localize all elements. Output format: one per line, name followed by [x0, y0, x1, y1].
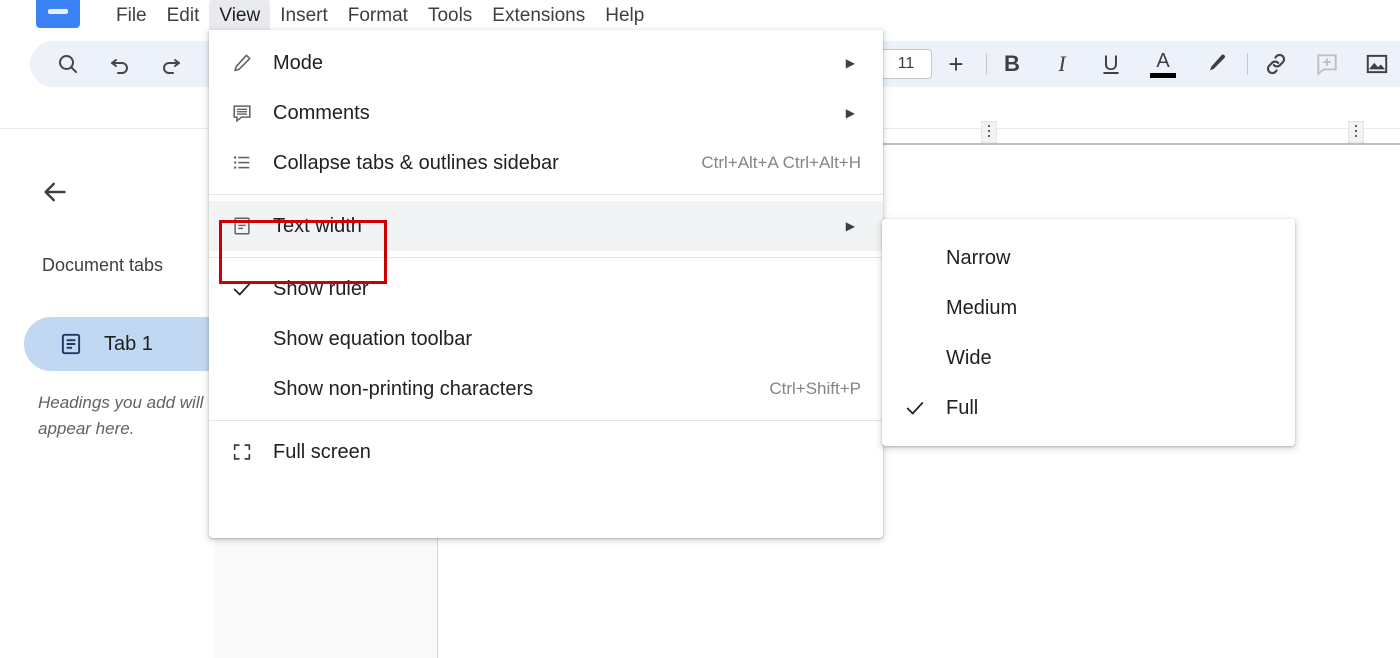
menu-separator: [209, 420, 883, 421]
menu-item-label: Show non-printing characters: [273, 378, 533, 401]
highlighter-icon[interactable]: [1196, 41, 1236, 87]
menu-view[interactable]: View: [209, 0, 270, 32]
back-arrow-icon[interactable]: [38, 175, 72, 209]
menu-item-label: Comments: [273, 102, 370, 125]
menu-separator: [209, 194, 883, 195]
font-size-input[interactable]: 11: [880, 49, 932, 79]
menu-bar: File Edit View Insert Format Tools Exten…: [0, 0, 1400, 32]
sidebar-item-label: Tab 1: [104, 333, 153, 356]
chevron-right-icon: ▶: [846, 57, 855, 69]
app-root: 11 + B I U A: [0, 0, 1400, 658]
submenu-item-wide[interactable]: Wide: [882, 333, 1295, 383]
submenu-item-label: Wide: [946, 347, 992, 370]
sidebar-outline-hint: Headings you add will appear here.: [38, 390, 238, 442]
menu-item-full-screen[interactable]: Full screen: [209, 427, 883, 477]
menu-item-label: Text width: [273, 215, 362, 238]
bold-button[interactable]: B: [992, 41, 1032, 87]
menu-item-label: Show ruler: [273, 278, 369, 301]
menu-item-show-non-printing-characters[interactable]: Show non-printing characters Ctrl+Shift+…: [209, 364, 883, 414]
menu-item-label: Mode: [273, 52, 323, 75]
text-color-button[interactable]: A: [1143, 41, 1183, 87]
document-tabs-sidebar: Document tabs Tab 1 Headings you add wil…: [0, 150, 215, 658]
checkmark-icon: [231, 278, 263, 300]
ruler-marker-grip: [988, 125, 990, 139]
pencil-icon: [231, 52, 263, 74]
submenu-item-label: Full: [946, 397, 978, 420]
chevron-right-icon: ▶: [846, 220, 855, 232]
menu-item-mode[interactable]: Mode ▶: [209, 38, 883, 88]
google-docs-logo[interactable]: [36, 0, 80, 28]
toolbar-divider: [1247, 53, 1248, 75]
menu-extensions[interactable]: Extensions: [482, 0, 595, 32]
text-color-letter: A: [1156, 51, 1169, 71]
menu-insert[interactable]: Insert: [270, 0, 338, 32]
link-icon[interactable]: [1256, 41, 1296, 87]
toolbar-divider: [986, 53, 987, 75]
menu-file[interactable]: File: [106, 0, 157, 32]
add-comment-icon[interactable]: [1307, 41, 1347, 87]
menu-item-shortcut: Ctrl+Shift+P: [769, 379, 861, 399]
menu-format[interactable]: Format: [338, 0, 418, 32]
ruler: [880, 143, 1400, 145]
submenu-item-medium[interactable]: Medium: [882, 283, 1295, 333]
ruler-left-margin-marker[interactable]: [981, 121, 997, 143]
menu-tools[interactable]: Tools: [418, 0, 482, 32]
ruler-marker-grip: [1355, 125, 1357, 139]
text-width-submenu: Narrow Medium Wide Full: [882, 219, 1295, 446]
menu-item-comments[interactable]: Comments ▶: [209, 88, 883, 138]
menu-bar-items: File Edit View Insert Format Tools Exten…: [106, 0, 654, 32]
sidebar-title: Document tabs: [42, 255, 163, 276]
search-icon[interactable]: [48, 41, 88, 87]
text-width-icon: [231, 215, 263, 237]
undo-icon[interactable]: [100, 41, 140, 87]
menu-item-text-width[interactable]: Text width ▶: [209, 201, 883, 251]
submenu-item-narrow[interactable]: Narrow: [882, 233, 1295, 283]
submenu-item-label: Narrow: [946, 247, 1010, 270]
fullscreen-icon: [231, 441, 263, 463]
logo-bar: [48, 9, 68, 14]
increase-font-size-button[interactable]: +: [938, 41, 974, 87]
insert-image-icon[interactable]: [1357, 41, 1397, 87]
comment-icon: [231, 102, 263, 124]
document-icon: [58, 331, 84, 357]
menu-item-show-ruler[interactable]: Show ruler: [209, 264, 883, 314]
menu-item-label: Collapse tabs & outlines sidebar: [273, 152, 559, 175]
view-dropdown-menu: Mode ▶ Comments ▶: [209, 30, 883, 538]
text-color-swatch: [1150, 73, 1176, 78]
chevron-right-icon: ▶: [846, 107, 855, 119]
menu-edit[interactable]: Edit: [157, 0, 210, 32]
redo-icon[interactable]: [151, 41, 191, 87]
menu-item-label: Full screen: [273, 441, 371, 464]
menu-help[interactable]: Help: [595, 0, 654, 32]
underline-button[interactable]: U: [1091, 41, 1131, 87]
menu-item-shortcut: Ctrl+Alt+A Ctrl+Alt+H: [701, 153, 861, 173]
checkmark-icon: [904, 397, 942, 419]
submenu-item-label: Medium: [946, 297, 1017, 320]
document-page-divider: [437, 530, 438, 658]
list-icon: [231, 152, 263, 174]
submenu-item-full[interactable]: Full: [882, 383, 1295, 433]
menu-item-show-equation-toolbar[interactable]: Show equation toolbar: [209, 314, 883, 364]
italic-button[interactable]: I: [1042, 41, 1082, 87]
ruler-right-margin-marker[interactable]: [1348, 121, 1364, 143]
menu-item-label: Show equation toolbar: [273, 328, 472, 351]
menu-item-collapse-tabs-outlines-sidebar[interactable]: Collapse tabs & outlines sidebar Ctrl+Al…: [209, 138, 883, 188]
menu-separator: [209, 257, 883, 258]
